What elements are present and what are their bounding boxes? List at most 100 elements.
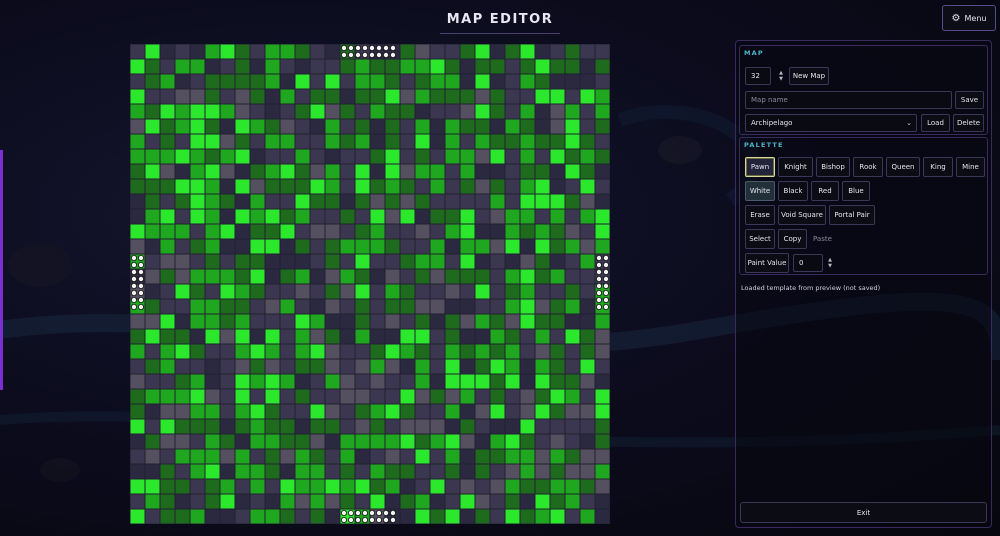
board-cell[interactable] bbox=[160, 419, 175, 434]
board-cell[interactable] bbox=[400, 119, 415, 134]
board-cell[interactable] bbox=[220, 164, 235, 179]
board-cell[interactable] bbox=[130, 134, 145, 149]
board-cell[interactable] bbox=[250, 314, 265, 329]
board-cell[interactable] bbox=[505, 59, 520, 74]
board-cell[interactable] bbox=[550, 419, 565, 434]
board-cell[interactable] bbox=[295, 179, 310, 194]
board-cell[interactable] bbox=[145, 149, 160, 164]
board-cell[interactable] bbox=[190, 479, 205, 494]
board-cell[interactable] bbox=[550, 179, 565, 194]
board-cell[interactable] bbox=[220, 344, 235, 359]
board-cell[interactable] bbox=[325, 314, 340, 329]
board-cell[interactable] bbox=[400, 209, 415, 224]
board-cell[interactable] bbox=[430, 119, 445, 134]
board-cell[interactable] bbox=[595, 434, 610, 449]
board-cell[interactable] bbox=[475, 269, 490, 284]
board-cell[interactable] bbox=[505, 389, 520, 404]
board-cell[interactable] bbox=[205, 149, 220, 164]
board-cell[interactable] bbox=[175, 194, 190, 209]
board-cell[interactable] bbox=[235, 284, 250, 299]
board-cell[interactable] bbox=[280, 434, 295, 449]
board-cell[interactable] bbox=[205, 254, 220, 269]
board-cell[interactable] bbox=[580, 224, 595, 239]
board-cell[interactable] bbox=[415, 104, 430, 119]
board-cell[interactable] bbox=[595, 359, 610, 374]
board-cell[interactable] bbox=[205, 449, 220, 464]
board-cell[interactable] bbox=[310, 89, 325, 104]
board-cell[interactable] bbox=[235, 269, 250, 284]
board-cell[interactable] bbox=[175, 119, 190, 134]
board-cell[interactable] bbox=[490, 359, 505, 374]
board-cell[interactable] bbox=[340, 179, 355, 194]
board-cell[interactable] bbox=[340, 329, 355, 344]
board-cell[interactable] bbox=[415, 224, 430, 239]
board-cell[interactable] bbox=[430, 494, 445, 509]
board-cell[interactable] bbox=[340, 374, 355, 389]
board-cell[interactable] bbox=[280, 179, 295, 194]
board-cell[interactable] bbox=[565, 509, 580, 524]
board-cell[interactable] bbox=[370, 104, 385, 119]
board-cell[interactable] bbox=[445, 449, 460, 464]
board-cell[interactable] bbox=[280, 104, 295, 119]
board-cell[interactable] bbox=[190, 269, 205, 284]
board-cell[interactable] bbox=[505, 449, 520, 464]
board-cell[interactable] bbox=[295, 44, 310, 59]
board-cell[interactable] bbox=[385, 104, 400, 119]
board-cell[interactable] bbox=[565, 74, 580, 89]
board-cell[interactable] bbox=[340, 419, 355, 434]
board-cell[interactable] bbox=[385, 434, 400, 449]
board-cell[interactable] bbox=[490, 149, 505, 164]
load-button[interactable]: Load bbox=[921, 114, 950, 132]
board-cell[interactable] bbox=[580, 74, 595, 89]
board-cell[interactable] bbox=[145, 284, 160, 299]
board-cell[interactable] bbox=[280, 119, 295, 134]
board-cell[interactable] bbox=[310, 434, 325, 449]
board-cell[interactable] bbox=[445, 89, 460, 104]
board-cell[interactable] bbox=[415, 59, 430, 74]
board-cell[interactable] bbox=[340, 194, 355, 209]
board-cell[interactable] bbox=[265, 119, 280, 134]
board-cell[interactable] bbox=[190, 89, 205, 104]
board-cell[interactable] bbox=[400, 389, 415, 404]
board-cell[interactable] bbox=[535, 344, 550, 359]
piece-marker-icon[interactable] bbox=[361, 509, 368, 516]
board-cell[interactable] bbox=[265, 149, 280, 164]
board-cell[interactable] bbox=[310, 389, 325, 404]
board-cell[interactable] bbox=[580, 314, 595, 329]
board-cell[interactable] bbox=[595, 374, 610, 389]
board-cell[interactable] bbox=[250, 344, 265, 359]
board-cell[interactable] bbox=[475, 374, 490, 389]
color-red-button[interactable]: Red bbox=[811, 181, 839, 201]
board-cell[interactable] bbox=[220, 284, 235, 299]
board-cell[interactable] bbox=[175, 269, 190, 284]
board-cell[interactable] bbox=[595, 104, 610, 119]
board-cell[interactable] bbox=[355, 104, 370, 119]
board-cell[interactable] bbox=[535, 104, 550, 119]
board-cell[interactable] bbox=[445, 119, 460, 134]
piece-marker-icon[interactable] bbox=[389, 51, 396, 58]
board-cell[interactable] bbox=[535, 89, 550, 104]
board-cell[interactable] bbox=[535, 209, 550, 224]
board-cell[interactable] bbox=[565, 209, 580, 224]
board-cell[interactable] bbox=[280, 389, 295, 404]
board-cell[interactable] bbox=[445, 329, 460, 344]
paste-button[interactable]: Paste bbox=[813, 235, 832, 243]
board-cell[interactable] bbox=[565, 104, 580, 119]
color-blue-button[interactable]: Blue bbox=[842, 181, 870, 201]
board-cell[interactable] bbox=[475, 464, 490, 479]
board-cell[interactable] bbox=[265, 194, 280, 209]
board-cell[interactable] bbox=[325, 164, 340, 179]
board-cell[interactable] bbox=[295, 149, 310, 164]
board-cell[interactable] bbox=[130, 89, 145, 104]
board-cell[interactable] bbox=[490, 134, 505, 149]
board-cell[interactable] bbox=[175, 359, 190, 374]
board-cell[interactable] bbox=[325, 299, 340, 314]
piece-marker-icon[interactable] bbox=[375, 509, 382, 516]
map-name-field[interactable] bbox=[745, 91, 952, 109]
board-cell[interactable] bbox=[400, 59, 415, 74]
board-cell[interactable] bbox=[370, 329, 385, 344]
board-cell[interactable] bbox=[355, 434, 370, 449]
board-cell[interactable] bbox=[250, 419, 265, 434]
board-cell[interactable] bbox=[460, 404, 475, 419]
board-cell[interactable] bbox=[475, 74, 490, 89]
